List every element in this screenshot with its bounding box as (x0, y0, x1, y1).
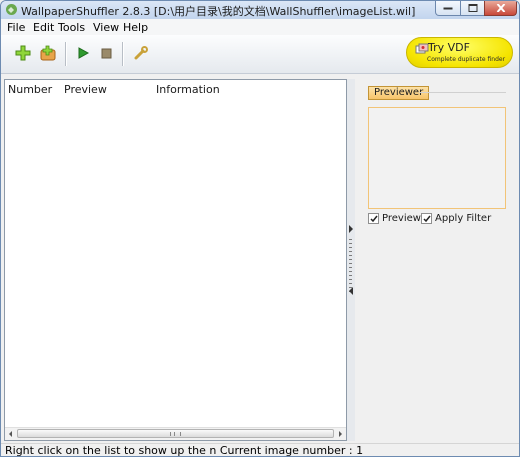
menu-view[interactable]: View (93, 21, 119, 34)
window-title: WallpaperShuffler 2.8.3 [D:\用户目录\我的文档\Wa… (21, 5, 416, 18)
menu-tools[interactable]: Tools (58, 21, 85, 34)
maximize-button[interactable] (460, 1, 485, 16)
toolbar-separator (65, 42, 67, 66)
apply-filter-checkbox-label: Apply Filter (435, 213, 492, 224)
toolbar: Try VDF Complete duplicate finder (1, 35, 519, 74)
previewer-label: Previewer (368, 86, 430, 100)
wrench-icon[interactable] (132, 44, 150, 62)
preview-checkbox-label: Preview (382, 213, 421, 224)
splitter-right-arrow-icon[interactable] (348, 225, 354, 233)
toolbar-separator (122, 42, 124, 66)
previewer-panel: Previewer Preview Apply Filter (359, 79, 517, 441)
preview-checkbox[interactable] (368, 213, 379, 224)
add-icon[interactable] (14, 44, 32, 62)
app-window: WallpaperShuffler 2.8.3 [D:\用户目录\我的文档\Wa… (0, 0, 520, 457)
image-list[interactable]: Number Preview Information (4, 79, 347, 441)
scrollbar-thumb[interactable] (17, 429, 334, 438)
preview-area (368, 107, 506, 209)
close-button[interactable] (484, 1, 517, 16)
vdf-subtitle: Complete duplicate finder (427, 56, 506, 63)
menu-file[interactable]: File (7, 21, 25, 34)
status-bar: Right click on the list to show up the n… (1, 443, 519, 457)
apply-filter-checkbox[interactable] (421, 213, 432, 224)
app-logo-icon (6, 4, 17, 15)
play-icon[interactable] (74, 44, 92, 62)
horizontal-scrollbar[interactable] (5, 427, 346, 440)
stop-icon[interactable] (97, 44, 115, 62)
group-divider (419, 92, 506, 93)
vdf-icon (415, 43, 429, 54)
menu-help[interactable]: Help (123, 21, 148, 34)
preview-checkbox-row[interactable]: Preview (368, 213, 421, 224)
menu-bar: File Edit Tools View Help (1, 19, 519, 35)
apply-filter-checkbox-row[interactable]: Apply Filter (421, 213, 491, 224)
column-preview[interactable]: Preview (64, 83, 107, 96)
checkmark-icon (370, 215, 378, 223)
add-folder-icon[interactable] (39, 44, 57, 62)
scroll-left-icon[interactable] (5, 428, 17, 440)
column-number[interactable]: Number (8, 83, 52, 96)
splitter-left-arrow-icon[interactable] (348, 287, 354, 295)
scroll-right-icon[interactable] (334, 428, 346, 440)
menu-edit[interactable]: Edit (33, 21, 54, 34)
grip-icon (170, 432, 181, 436)
panel-splitter[interactable] (347, 79, 355, 441)
close-icon (496, 4, 505, 12)
vdf-title: Try VDF (428, 41, 470, 54)
column-information[interactable]: Information (156, 83, 220, 96)
checkmark-icon (423, 215, 431, 223)
try-vdf-button[interactable]: Try VDF Complete duplicate finder (406, 37, 513, 68)
list-header: Number Preview Information (5, 80, 346, 96)
minimize-button[interactable] (435, 1, 461, 16)
status-text: Right click on the list to show up the n… (5, 444, 364, 457)
title-bar[interactable]: WallpaperShuffler 2.8.3 [D:\用户目录\我的文档\Wa… (1, 1, 519, 19)
maximize-icon (468, 4, 477, 12)
minimize-icon (443, 7, 453, 10)
